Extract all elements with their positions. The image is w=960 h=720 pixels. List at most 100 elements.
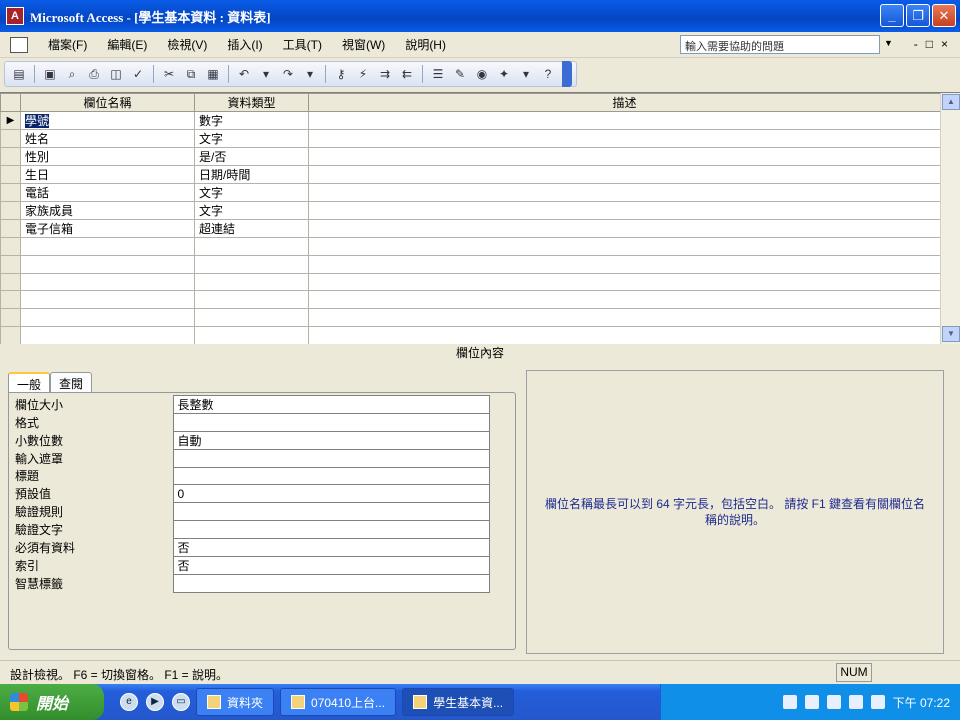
row-selector[interactable] — [0, 308, 21, 327]
field-name-cell[interactable] — [20, 290, 195, 310]
row-selector[interactable] — [0, 254, 21, 274]
property-value-field[interactable] — [172, 448, 490, 468]
minimize-button[interactable]: _ — [880, 4, 904, 27]
property-value-field[interactable] — [172, 573, 490, 593]
delete-rows-icon[interactable]: ⇇ — [397, 64, 417, 84]
property-value-field[interactable] — [172, 519, 490, 539]
property-value-field[interactable]: 否 — [172, 555, 490, 575]
cut-icon[interactable]: ✂ — [159, 64, 179, 84]
description-cell[interactable] — [308, 272, 941, 292]
ie-icon[interactable]: e — [120, 693, 138, 711]
property-value-field[interactable]: 0 — [172, 484, 490, 504]
row-selector[interactable] — [0, 165, 21, 184]
data-type-cell[interactable]: 文字 — [194, 183, 309, 202]
security-icon[interactable] — [870, 695, 885, 709]
data-type-cell[interactable]: 超連結 — [194, 219, 309, 238]
field-name-cell[interactable] — [20, 237, 195, 256]
empty-field-row[interactable] — [0, 254, 941, 274]
doc-minimize-button[interactable]: - — [914, 37, 918, 51]
menu-window[interactable]: 視窗(W) — [332, 36, 395, 53]
network-icon[interactable] — [826, 695, 841, 709]
description-cell[interactable] — [308, 183, 941, 202]
empty-field-row[interactable] — [0, 308, 941, 327]
media-player-icon[interactable]: ▶ — [146, 693, 164, 711]
document-icon[interactable] — [10, 36, 28, 53]
insert-rows-icon[interactable]: ⇉ — [375, 64, 395, 84]
primary-key-icon[interactable]: ⚷ — [331, 64, 351, 84]
field-name-cell[interactable]: 生日 — [20, 165, 195, 184]
row-selector[interactable] — [0, 290, 21, 310]
description-cell[interactable] — [308, 129, 941, 148]
restore-button[interactable]: ❐ — [906, 4, 930, 27]
row-selector[interactable]: ▶ — [0, 111, 21, 130]
start-button[interactable]: 開始 — [0, 684, 104, 720]
ask-dropdown-icon[interactable]: ▼ — [884, 38, 893, 48]
print-icon[interactable]: ⎙ — [84, 64, 104, 84]
description-cell[interactable] — [308, 147, 941, 166]
database-window-icon[interactable]: ◉ — [472, 64, 492, 84]
field-name-cell[interactable]: 性別 — [20, 147, 195, 166]
field-name-cell[interactable] — [20, 308, 195, 327]
description-cell[interactable] — [308, 254, 941, 274]
description-cell[interactable] — [308, 290, 941, 310]
ime-icon[interactable] — [782, 695, 797, 709]
menu-view[interactable]: 檢視(V) — [157, 36, 217, 53]
paste-icon[interactable]: ▦ — [203, 64, 223, 84]
field-row[interactable]: 生日 日期/時間 — [0, 165, 941, 184]
new-object-icon[interactable]: ✦ — [494, 64, 514, 84]
taskbar-button-access[interactable]: 學生基本資... — [402, 688, 515, 716]
field-name-cell[interactable]: 電話 — [20, 183, 195, 202]
new-object-dropdown-icon[interactable]: ▾ — [516, 64, 536, 84]
properties-icon[interactable]: ☰ — [428, 64, 448, 84]
volume-icon[interactable] — [848, 695, 863, 709]
property-value-field[interactable] — [172, 413, 490, 432]
property-value-field[interactable] — [172, 502, 490, 521]
description-cell[interactable] — [308, 111, 941, 130]
toolbar-options-icon[interactable] — [562, 61, 572, 87]
indexes-icon[interactable]: ⚡ — [353, 64, 373, 84]
save-icon[interactable]: ▣ — [40, 64, 60, 84]
field-name-cell[interactable]: 電子信箱 — [20, 219, 195, 238]
description-cell[interactable] — [308, 325, 941, 345]
field-name-cell[interactable] — [20, 254, 195, 274]
row-selector[interactable] — [0, 183, 21, 202]
field-row[interactable]: 性別 是/否 — [0, 147, 941, 166]
pen-icon[interactable] — [804, 695, 819, 709]
property-value-field[interactable]: 長整數 — [172, 395, 490, 414]
search-icon[interactable]: ⌕ — [62, 64, 82, 84]
scroll-down-icon[interactable]: ▼ — [942, 326, 960, 342]
empty-field-row[interactable] — [0, 272, 941, 292]
empty-field-row[interactable] — [0, 325, 941, 345]
empty-field-row[interactable] — [0, 237, 941, 256]
taskbar-button-folder[interactable]: 資料夾 — [196, 688, 275, 716]
ask-question-input[interactable]: 輸入需要協助的問題 — [680, 35, 880, 54]
close-button[interactable]: ✕ — [932, 4, 956, 27]
redo-dropdown-icon[interactable]: ▾ — [300, 64, 320, 84]
data-type-cell[interactable]: 日期/時間 — [194, 165, 309, 184]
field-row[interactable]: 家族成員 文字 — [0, 201, 941, 220]
row-selector[interactable] — [0, 147, 21, 166]
field-name-cell[interactable] — [20, 272, 195, 292]
menu-file[interactable]: 檔案(F) — [38, 36, 97, 53]
row-selector[interactable] — [0, 201, 21, 220]
property-value-field[interactable]: 否 — [172, 537, 490, 557]
field-name-cell[interactable]: 家族成員 — [20, 201, 195, 220]
help-icon[interactable]: ? — [538, 64, 558, 84]
description-cell[interactable] — [308, 165, 941, 184]
preview-icon[interactable]: ◫ — [106, 64, 126, 84]
data-type-cell[interactable]: 文字 — [194, 129, 309, 148]
field-name-cell[interactable]: 學號 — [20, 111, 195, 130]
build-icon[interactable]: ✎ — [450, 64, 470, 84]
field-row[interactable]: 電子信箱 超連結 — [0, 219, 941, 238]
menu-help[interactable]: 說明(H) — [395, 36, 456, 53]
doc-restore-button[interactable]: □ — [926, 37, 933, 51]
access-app-icon[interactable]: A — [6, 7, 24, 25]
data-type-cell[interactable] — [194, 254, 309, 274]
scroll-up-icon[interactable]: ▲ — [942, 94, 960, 110]
description-cell[interactable] — [308, 237, 941, 256]
menu-tools[interactable]: 工具(T) — [273, 36, 332, 53]
data-type-cell[interactable]: 文字 — [194, 201, 309, 220]
description-cell[interactable] — [308, 308, 941, 327]
row-selector[interactable] — [0, 219, 21, 238]
data-type-cell[interactable] — [194, 237, 309, 256]
